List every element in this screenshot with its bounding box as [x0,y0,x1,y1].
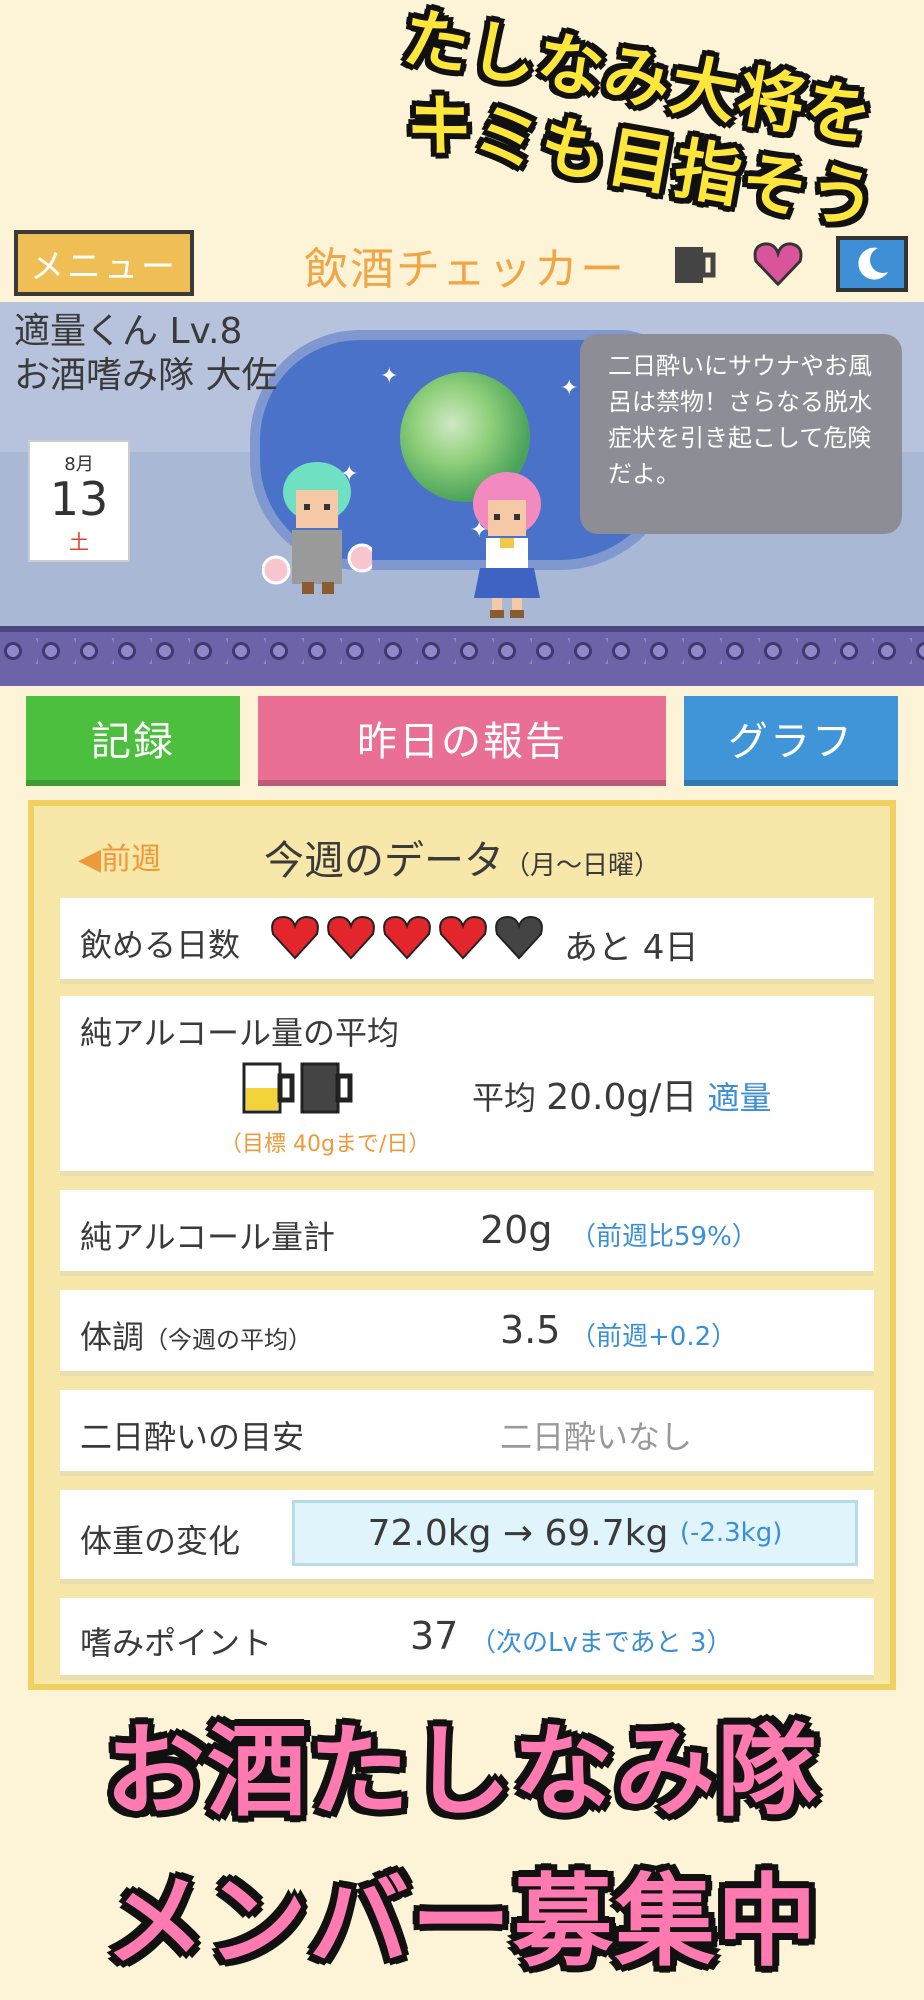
mug-icon[interactable] [668,236,720,292]
weekly-data-panel: ◀前週 今週のデータ（月〜日曜） 飲める日数 あと 4日 純アルコール量の平均 … [28,800,896,1690]
character-scene: ✦ ✦ ✦ ✦ ✦ 適量くん Lv.8 お酒嗜み隊 大佐 8月 13 土 [0,302,924,686]
condition-label-text: 体調 [80,1318,145,1356]
character-pink-hair[interactable] [462,470,552,620]
star-icon: ✦ [380,364,399,389]
beer-mug-icon [296,1058,356,1118]
row-weight: 体重の変化 72.0kg → 69.7kg (-2.3kg) [60,1490,874,1584]
beer-mug-icon [238,1058,298,1118]
tab-record[interactable]: 記録 [26,696,240,786]
weight-label: 体重の変化 [80,1522,241,1560]
scene-floor-pattern [0,638,924,664]
row-total-alcohol: 純アルコール量計 20g （前週比59%） [60,1190,874,1276]
week-title: 今週のデータ（月〜日曜） [264,828,660,886]
total-alcohol-label: 純アルコール量計 [80,1218,336,1256]
avg-alcohol-label: 純アルコール量の平均 [80,1014,400,1052]
points-next-level: （次のLvまであと 3） [470,1628,733,1658]
week-title-text: 今週のデータ [264,838,504,884]
row-avg-alcohol: 純アルコール量の平均 （目標 40gまで/日） 平均 20.0g/日 適量 [60,996,874,1176]
condition-compare: （前週+0.2） [570,1322,738,1352]
prev-week-link[interactable]: ◀前週 [78,834,161,878]
drink-days-label: 飲める日数 [80,926,241,964]
hangover-label: 二日酔いの目安 [80,1418,305,1456]
avg-prefix: 平均 [472,1079,547,1117]
heart-icon[interactable] [752,236,804,292]
menu-button[interactable]: メニュー [14,230,194,296]
weight-value: 72.0kg → 69.7kg [367,1512,669,1554]
calendar-day: 13 [49,472,109,526]
app-title: 飲酒チェッカー [304,244,626,295]
row-drink-days: 飲める日数 あと 4日 [60,898,874,984]
condition-label: 体調（今週の平均） [80,1312,312,1358]
hangover-value: 二日酔いなし [500,1418,693,1456]
condition-label-sub: （今週の平均） [144,1326,313,1354]
points-label: 嗜みポイント [80,1624,273,1662]
heart-icon [438,914,488,960]
tab-yesterday-report[interactable]: 昨日の報告 [258,696,666,786]
heart-icon [326,914,376,960]
moon-icon[interactable] [836,236,908,292]
player-rank: お酒嗜み隊 大佐 [14,355,278,396]
total-alcohol-value: 20g [480,1208,553,1252]
heart-icon [382,914,432,960]
calendar-weekday: 土 [69,530,89,554]
target-note: （目標 40gまで/日） [220,1132,431,1157]
week-title-sub: （月〜日曜） [504,851,661,881]
total-alcohol-compare: （前週比59%） [570,1222,758,1252]
star-icon: ✦ [560,376,579,401]
promo-bottom-line1: お酒たしなみ隊 [105,1713,819,1830]
promo-bottom-line2: メンバー募集中 [105,1863,819,1980]
drink-days-remaining: あと 4日 [564,928,699,968]
weight-diff: (-2.3kg) [679,1518,783,1548]
weight-change-box[interactable]: 72.0kg → 69.7kg (-2.3kg) [292,1500,858,1566]
avg-value: 20.0g/日 [546,1077,698,1118]
condition-value: 3.5 [500,1308,561,1352]
row-hangover: 二日酔いの目安 二日酔いなし [60,1390,874,1476]
calendar-widget: 8月 13 土 [28,440,130,562]
tab-graph[interactable]: グラフ [684,696,898,786]
character-green-hair[interactable] [261,452,377,602]
heart-icon [494,914,544,960]
heart-icon [270,914,320,960]
row-points: 嗜みポイント 37 （次のLvまであと 3） [60,1598,874,1680]
player-info: 適量くん Lv.8 お酒嗜み隊 大佐 [14,310,277,398]
player-level: 適量くん Lv.8 [14,311,243,352]
points-value: 37 [410,1614,459,1658]
avg-alcohol-value: 平均 20.0g/日 適量 [472,1068,772,1120]
speech-bubble: 二日酔いにサウナやお風呂は禁物！さらなる脱水症状を引き起こして危険だよ。 [580,334,902,534]
avg-status-badge: 適量 [707,1079,772,1117]
row-condition: 体調（今週の平均） 3.5 （前週+0.2） [60,1290,874,1376]
